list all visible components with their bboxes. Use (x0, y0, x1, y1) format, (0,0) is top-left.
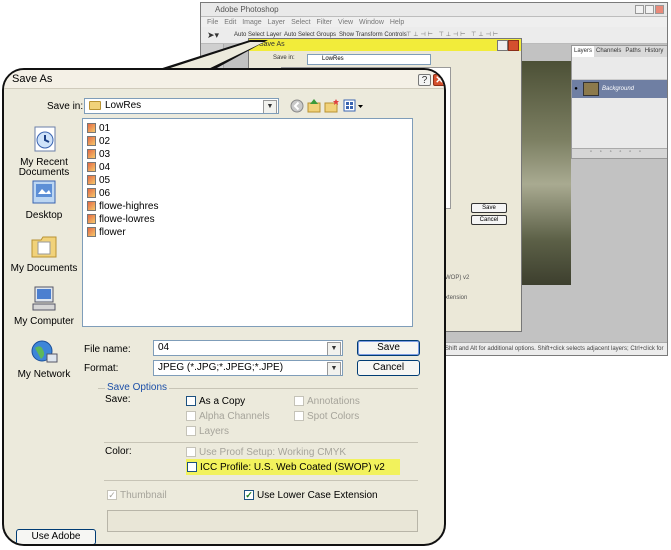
my-network-icon (31, 340, 58, 363)
dialog-title: Save As (12, 73, 53, 85)
view-menu-icon[interactable] (343, 99, 365, 113)
as-copy-checkbox[interactable]: As a Copy (186, 396, 245, 407)
format-value: JPEG (*.JPG;*.JPEG;*.JPE) (158, 362, 284, 373)
use-proof-setup-checkbox[interactable]: Use Proof Setup: Working CMYK (186, 447, 346, 458)
color-label: Color: (105, 446, 132, 457)
file-icon (87, 175, 96, 186)
status-field (107, 510, 418, 532)
checkbox-box[interactable] (186, 426, 196, 437)
save-in-value: LowRes (105, 100, 142, 111)
format-label: Format: (84, 363, 119, 374)
place-my-recent-documents[interactable]: My Recent Documents (10, 124, 78, 178)
help-button[interactable]: ? (418, 74, 431, 86)
list-item[interactable]: 02 (87, 136, 110, 147)
icc-profile-checkbox[interactable]: ICC Profile: U.S. Web Coated (SWOP) v2 (187, 462, 385, 473)
list-item[interactable]: flowe-lowres (87, 214, 155, 225)
place-label: My Documents (10, 263, 78, 274)
layers-checkbox[interactable]: Layers (186, 426, 229, 437)
file-name-label: File name: (84, 344, 131, 355)
alpha-channels-checkbox[interactable]: Alpha Channels (186, 411, 270, 422)
file-icon (87, 201, 96, 212)
save-options-title: Save Options (105, 382, 170, 393)
chevron-down-icon[interactable]: ▼ (327, 362, 341, 375)
folder-icon (89, 100, 101, 110)
file-icon (87, 149, 96, 160)
place-my-network[interactable]: My Network (10, 338, 78, 380)
file-list[interactable]: 01 02 03 04 05 06 flowe-highres flowe-lo… (82, 118, 413, 327)
cancel-button[interactable]: Cancel (357, 360, 420, 376)
thumbnail-divider (104, 480, 418, 481)
format-select[interactable]: JPEG (*.JPG;*.JPEG;*.JPE) ▼ (153, 360, 343, 376)
file-icon (87, 136, 96, 147)
checkbox-box[interactable] (294, 411, 304, 422)
checkbox-box[interactable]: ✓ (107, 490, 117, 501)
save-in-combo[interactable]: LowRes ▼ (84, 98, 279, 114)
list-item[interactable]: 03 (87, 149, 110, 160)
place-my-computer[interactable]: My Computer (10, 285, 78, 327)
checkbox-box[interactable] (187, 462, 197, 473)
place-desktop[interactable]: Desktop (10, 179, 78, 221)
file-icon (87, 214, 96, 225)
file-icon (87, 188, 96, 199)
my-documents-icon (31, 236, 57, 258)
dialog-titlebar: Save As (4, 70, 444, 89)
desktop-icon (32, 180, 56, 204)
place-label: Desktop (25, 210, 63, 221)
chevron-down-icon[interactable]: ▼ (327, 342, 341, 355)
thumbnail-checkbox[interactable]: ✓ Thumbnail (107, 490, 167, 501)
use-adobe-dialog-button[interactable]: Use Adobe Dialog (16, 529, 96, 544)
file-icon (87, 162, 96, 173)
file-icon (87, 123, 96, 134)
file-icon (87, 227, 96, 238)
checkbox-box[interactable] (294, 396, 304, 407)
lower-case-extension-checkbox[interactable]: ✓ Use Lower Case Extension (244, 490, 378, 501)
list-item[interactable]: flower (87, 227, 126, 238)
place-label: My Recent Documents (18, 157, 70, 178)
file-name-value: 04 (158, 342, 170, 353)
save-label: Save: (105, 394, 131, 405)
save-as-dialog: Save As ? ✕ Save in: LowRes ▼ My Recent … (2, 68, 446, 546)
list-item[interactable]: 06 (87, 188, 110, 199)
file-name-input[interactable]: 04 ▼ (153, 340, 343, 356)
checkmark-icon[interactable]: ✓ (244, 490, 254, 501)
checkbox-box[interactable] (186, 411, 196, 422)
recent-documents-icon (34, 126, 56, 152)
list-item[interactable]: 01 (87, 123, 110, 134)
place-my-documents[interactable]: My Documents (10, 232, 78, 274)
checkbox-box[interactable] (186, 396, 196, 407)
up-folder-icon[interactable] (307, 98, 321, 113)
color-divider (104, 442, 418, 443)
list-item[interactable]: 05 (87, 175, 110, 186)
checkbox-box[interactable] (186, 447, 196, 458)
chevron-down-icon[interactable]: ▼ (263, 100, 277, 113)
spot-colors-checkbox[interactable]: Spot Colors (294, 411, 359, 422)
my-computer-icon (32, 286, 56, 311)
new-folder-icon[interactable] (324, 98, 339, 113)
back-icon[interactable] (290, 99, 304, 113)
place-label: My Computer (13, 316, 74, 327)
place-label: My Network (17, 369, 71, 380)
list-item[interactable]: flowe-highres (87, 201, 158, 212)
save-in-label: Save in: (47, 101, 84, 112)
list-item[interactable]: 04 (87, 162, 110, 173)
save-button[interactable]: Save (357, 340, 420, 356)
annotations-checkbox[interactable]: Annotations (294, 396, 360, 407)
